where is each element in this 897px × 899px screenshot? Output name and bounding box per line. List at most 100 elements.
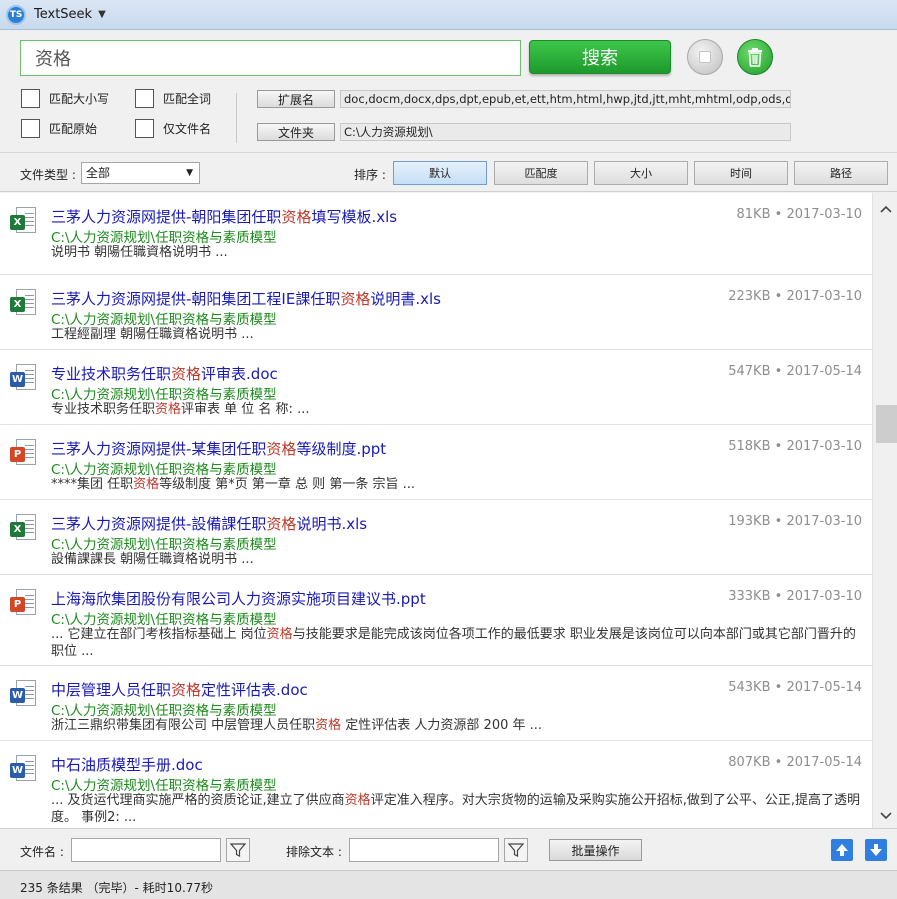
file-type-label: 文件类型 : (20, 168, 76, 182)
match-case-checkbox[interactable] (21, 89, 40, 108)
option-filename-only[interactable]: 仅文件名 (135, 119, 211, 138)
result-title[interactable]: 上海海欣集团股份有限公司人力资源实施项目建议书.ppt (51, 588, 426, 609)
result-title[interactable]: 三茅人力资源网提供-朝阳集团任职资格填写模板.xls (51, 206, 397, 227)
sort-time-button[interactable]: 时间 (694, 161, 788, 185)
option-match-case[interactable]: 匹配大小写 (21, 89, 109, 108)
result-meta: 333KB • 2017-03-10 (728, 589, 862, 604)
excel-file-icon: X (10, 514, 38, 544)
dropdown-arrow-icon: ▼ (186, 168, 193, 178)
result-title[interactable]: 专业技术职务任职资格评审表.doc (51, 363, 278, 384)
result-meta: 543KB • 2017-05-14 (728, 680, 862, 695)
stop-button[interactable] (687, 39, 723, 75)
caret-down-icon[interactable]: ▼ (98, 9, 106, 20)
option-match-word[interactable]: 匹配全词 (135, 89, 211, 108)
result-item[interactable]: X 三茅人力资源网提供-朝阳集团任职资格填写模板.xls C:\人力资源规划\任… (0, 193, 872, 275)
result-path[interactable]: C:\人力资源规划\任职资格与素质模型 (51, 458, 277, 478)
result-path[interactable]: C:\人力资源规划\任职资格与素质模型 (51, 226, 277, 246)
result-title[interactable]: 中层管理人员任职资格定性评估表.doc (51, 679, 308, 700)
result-path[interactable]: C:\人力资源规划\任职资格与素质模型 (51, 774, 277, 794)
result-snippet: 说明书 朝陽任職資格说明书 ... (51, 245, 228, 260)
option-label: 匹配大小写 (49, 92, 110, 106)
app-logo: TS (6, 4, 26, 25)
powerpoint-file-icon: P (10, 589, 38, 619)
result-meta: 547KB • 2017-05-14 (728, 364, 862, 379)
title-bar: TS TextSeek ▼ (0, 0, 897, 30)
app-title[interactable]: TextSeek (34, 7, 92, 22)
highlight: 资格 (266, 440, 297, 458)
exclude-text-input[interactable] (349, 838, 499, 862)
folder-button[interactable]: 文件夹 (257, 123, 335, 141)
batch-operation-button[interactable]: 批量操作 (549, 839, 642, 861)
file-type-select[interactable]: 全部 ▼ (81, 162, 200, 184)
status-text: 235 条结果 （完毕）- 耗时10.77秒 (20, 881, 214, 895)
clear-button[interactable] (737, 39, 773, 75)
match-raw-checkbox[interactable] (21, 119, 40, 138)
result-path[interactable]: C:\人力资源规划\任职资格与素质模型 (51, 533, 277, 553)
result-item[interactable]: X 三茅人力资源网提供-朝阳集团工程IE課任职资格说明書.xls C:\人力资源… (0, 275, 872, 350)
arrow-down-icon[interactable] (865, 839, 887, 861)
bottom-filter-bar: 文件名 : 排除文本 : 批量操作 (0, 828, 897, 870)
trash-icon (748, 48, 762, 67)
filter-icon[interactable] (504, 838, 528, 862)
result-snippet: ... 及货运代理商实施严格的资质论证,建立了供应商资格评定准入程序。对大宗货物… (51, 793, 860, 825)
filter-icon[interactable] (226, 838, 250, 862)
result-snippet: 浙江三鼎织带集团有限公司 中层管理人员任职资格 定性评估表 人力资源部 200 … (51, 718, 543, 733)
result-snippet: 設備課課長 朝陽任職資格说明书 ... (51, 552, 254, 567)
arrow-up-icon[interactable] (831, 839, 853, 861)
result-snippet: 工程經副理 朝陽任職資格说明书 ... (51, 327, 254, 342)
search-input[interactable] (20, 40, 521, 76)
search-button[interactable]: 搜索 (529, 40, 671, 74)
scroll-down-icon[interactable] (873, 806, 897, 826)
search-panel: 搜索 匹配大小写 匹配全词 匹配原始 仅文件名 扩展名 doc,docm,doc… (0, 31, 897, 153)
sort-default-button[interactable]: 默认 (393, 161, 487, 185)
result-title[interactable]: 三茅人力资源网提供-朝阳集团工程IE課任职资格说明書.xls (51, 288, 441, 309)
result-item[interactable]: W 中石油质模型手册.doc C:\人力资源规划\任职资格与素质模型 ... 及… (0, 741, 872, 828)
file-type-value: 全部 (86, 166, 111, 180)
filename-filter-label: 文件名 : (20, 845, 64, 859)
highlight: 资格 (171, 681, 202, 699)
highlight: 资格 (281, 208, 312, 226)
result-item[interactable]: X 三茅人力资源网提供-設備課任职资格说明书.xls C:\人力资源规划\任职资… (0, 500, 872, 575)
filename-filter-input[interactable] (71, 838, 221, 862)
sort-relevance-button[interactable]: 匹配度 (494, 161, 588, 185)
exclude-text-label: 排除文本 : (286, 845, 342, 859)
result-title[interactable]: 中石油质模型手册.doc (51, 754, 203, 775)
results-scrollbar[interactable] (872, 193, 897, 828)
sort-path-button[interactable]: 路径 (794, 161, 888, 185)
result-path[interactable]: C:\人力资源规划\任职资格与素质模型 (51, 308, 277, 328)
highlight: 资格 (340, 290, 371, 308)
option-label: 仅文件名 (163, 122, 212, 136)
option-match-raw[interactable]: 匹配原始 (21, 119, 97, 138)
result-snippet: ****集团 任职资格等级制度 第*页 第一章 总 则 第一条 宗旨 ... (51, 477, 415, 492)
highlight: 资格 (171, 365, 202, 383)
match-word-checkbox[interactable] (135, 89, 154, 108)
excel-file-icon: X (10, 289, 38, 319)
result-path[interactable]: C:\人力资源规划\任职资格与素质模型 (51, 608, 277, 628)
extension-button[interactable]: 扩展名 (257, 90, 335, 108)
highlight: 资格 (266, 515, 297, 533)
result-item[interactable]: P 三茅人力资源网提供-某集团任职资格等级制度.ppt C:\人力资源规划\任职… (0, 425, 872, 500)
result-item[interactable]: W 专业技术职务任职资格评审表.doc C:\人力资源规划\任职资格与素质模型 … (0, 350, 872, 425)
scroll-thumb[interactable] (876, 405, 897, 443)
result-meta: 223KB • 2017-03-10 (728, 289, 862, 304)
result-title[interactable]: 三茅人力资源网提供-某集团任职资格等级制度.ppt (51, 438, 386, 459)
sort-size-button[interactable]: 大小 (594, 161, 688, 185)
result-path[interactable]: C:\人力资源规划\任职资格与素质模型 (51, 383, 277, 403)
excel-file-icon: X (10, 207, 38, 237)
stop-icon (699, 51, 711, 63)
status-bar: 235 条结果 （完毕）- 耗时10.77秒 (0, 870, 897, 899)
results-list: X 三茅人力资源网提供-朝阳集团任职资格填写模板.xls C:\人力资源规划\任… (0, 193, 872, 828)
scroll-up-icon[interactable] (873, 199, 897, 219)
result-item[interactable]: P 上海海欣集团股份有限公司人力资源实施项目建议书.ppt C:\人力资源规划\… (0, 575, 872, 666)
option-label: 匹配全词 (163, 92, 212, 106)
result-title[interactable]: 三茅人力资源网提供-設備課任职资格说明书.xls (51, 513, 367, 534)
extension-field[interactable]: doc,docm,docx,dps,dpt,epub,et,ett,htm,ht… (340, 90, 791, 108)
filename-only-checkbox[interactable] (135, 119, 154, 138)
result-item[interactable]: W 中层管理人员任职资格定性评估表.doc C:\人力资源规划\任职资格与素质模… (0, 666, 872, 741)
folder-field[interactable]: C:\人力资源规划\ (340, 123, 791, 141)
word-file-icon: W (10, 755, 38, 785)
result-snippet: 专业技术职务任职资格评审表 单 位 名 称: ... (51, 402, 310, 417)
word-file-icon: W (10, 680, 38, 710)
filter-bar: 文件类型 : 全部 ▼ 排序 : 默认 匹配度 大小 时间 路径 (0, 154, 897, 192)
result-path[interactable]: C:\人力资源规划\任职资格与素质模型 (51, 699, 277, 719)
